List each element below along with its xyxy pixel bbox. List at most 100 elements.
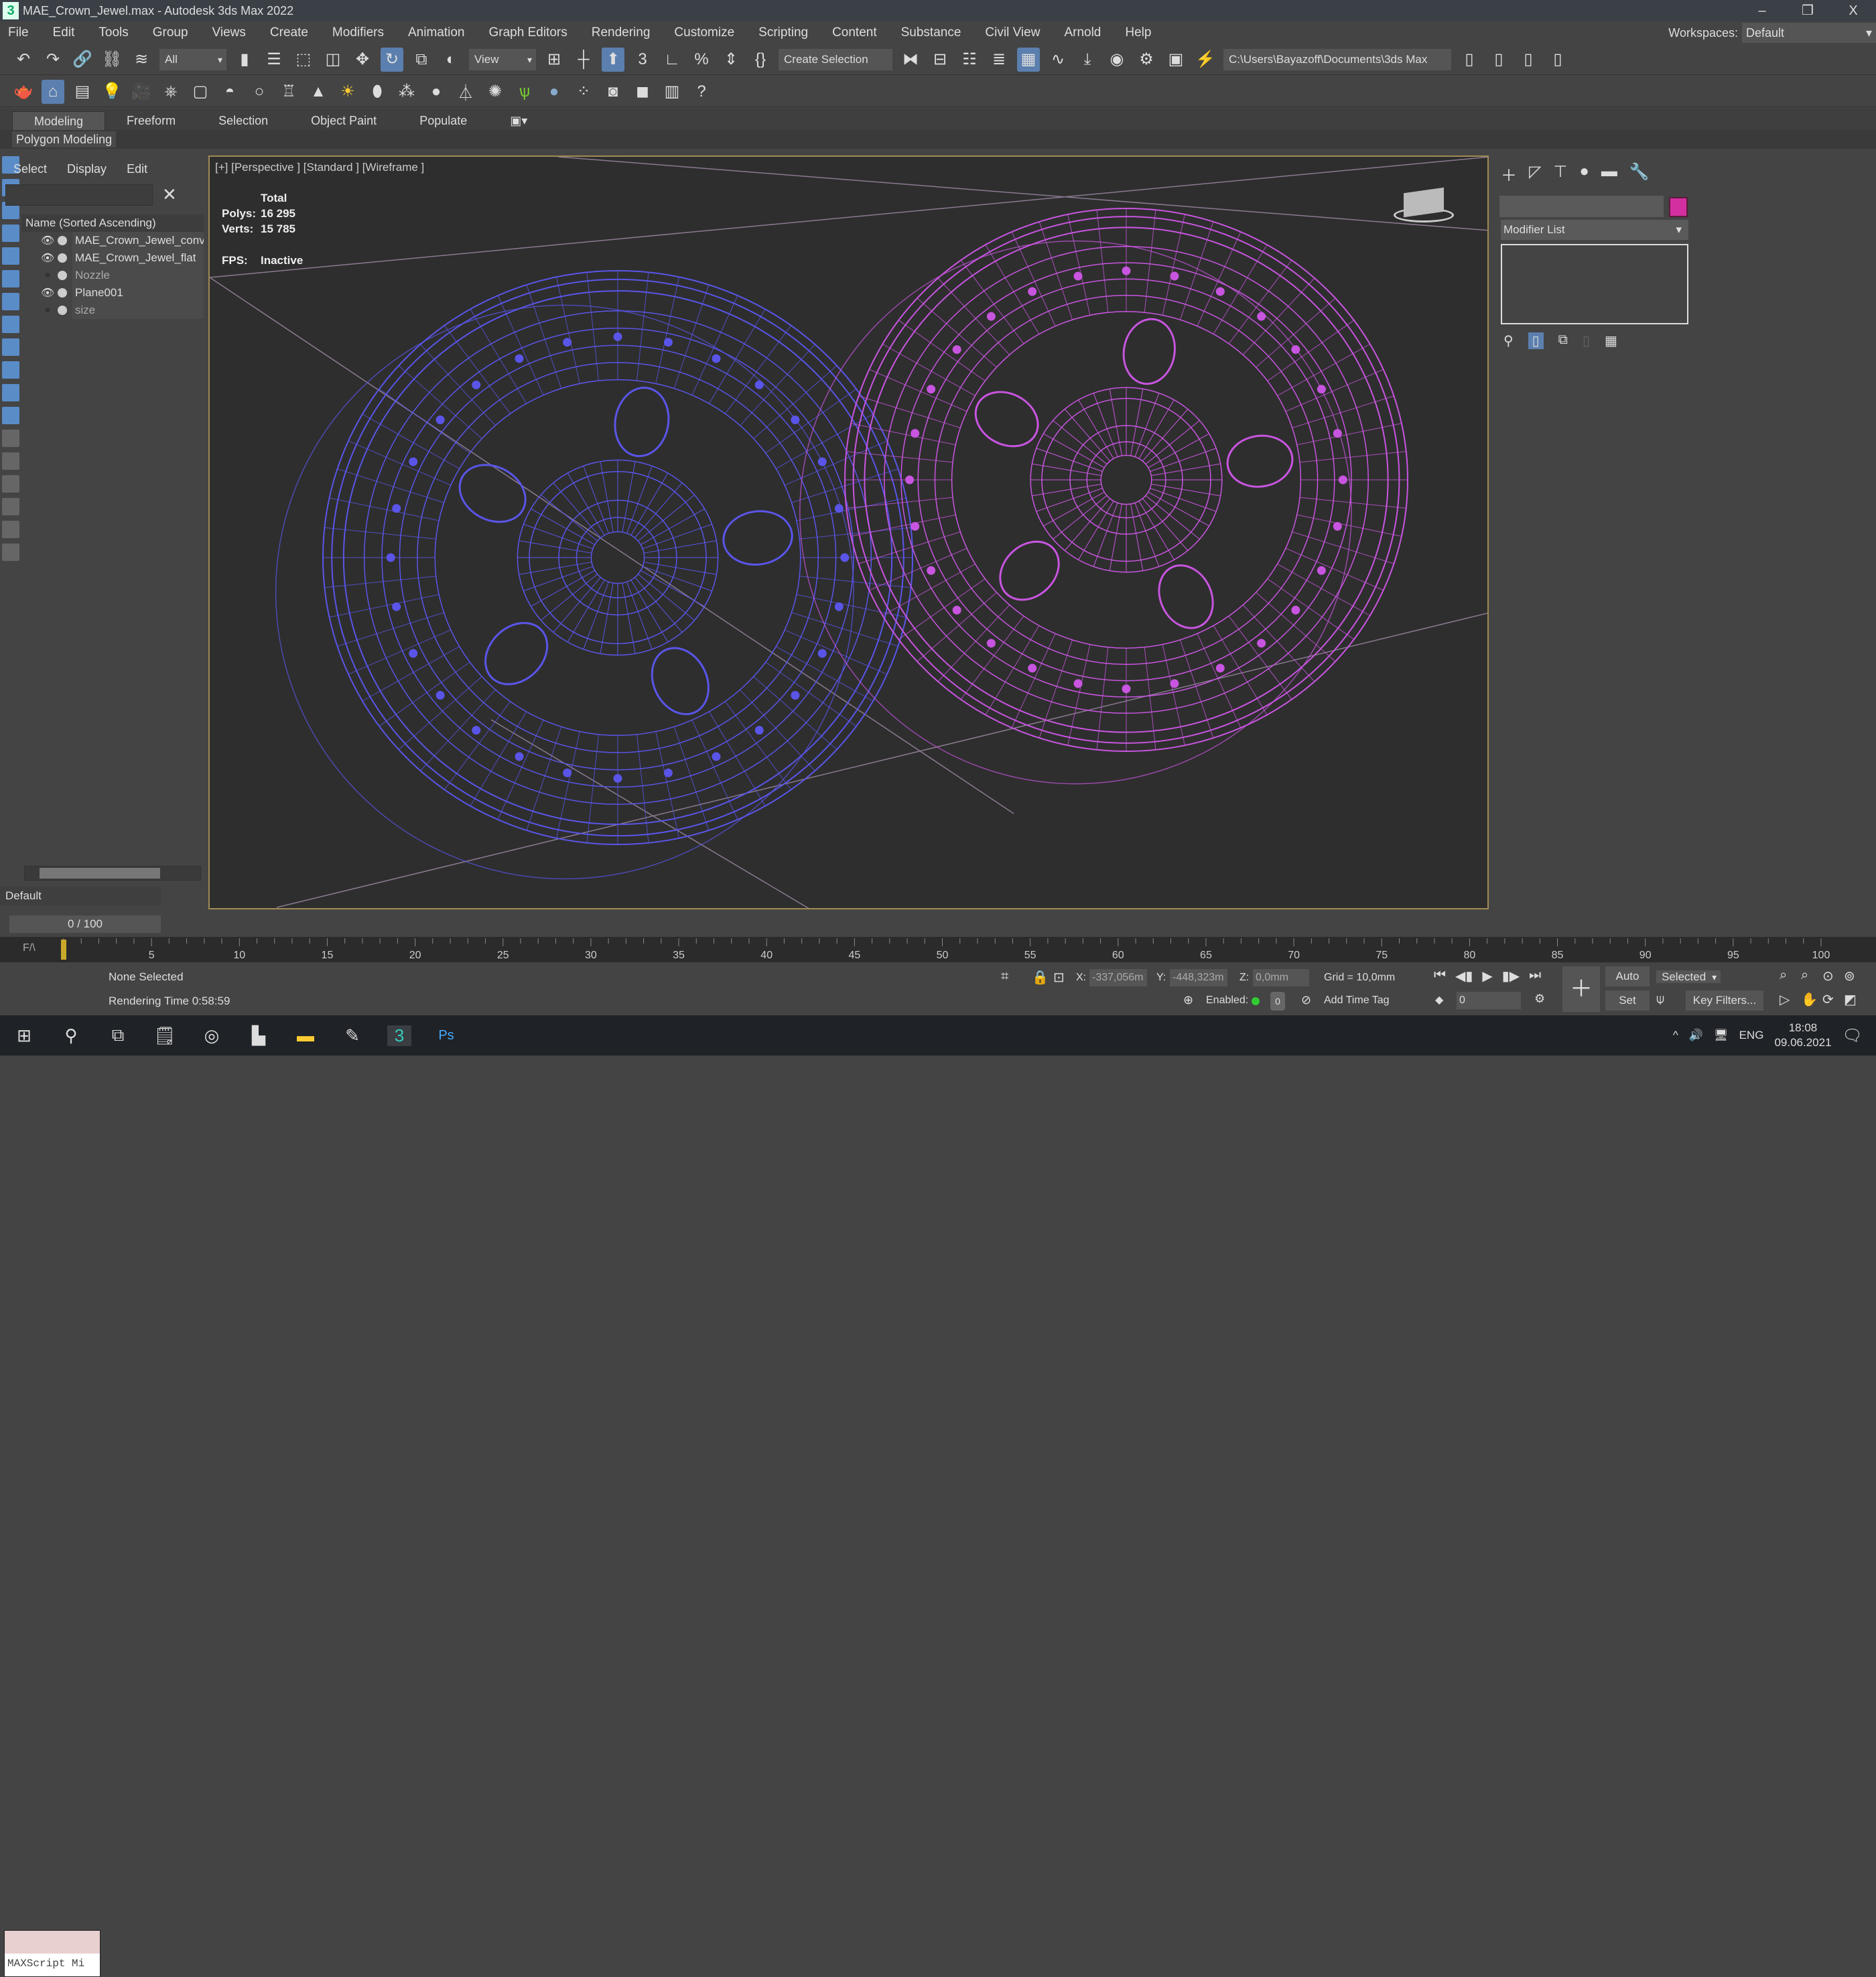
menu-customize[interactable]: Customize bbox=[674, 25, 734, 40]
ribbon-tab-freeform[interactable]: Freeform bbox=[105, 111, 197, 130]
render-setup-icon[interactable]: ⚙ bbox=[1135, 48, 1158, 72]
percent-snap-icon[interactable]: % bbox=[690, 48, 713, 72]
app-icon[interactable]: ▙ bbox=[247, 1025, 271, 1046]
log-icon[interactable]: ▥ bbox=[661, 80, 683, 104]
set-keys-button[interactable]: ＋ bbox=[1562, 966, 1600, 1012]
zoom-icon[interactable]: ⌕ bbox=[1780, 968, 1801, 984]
menu-content[interactable]: Content bbox=[832, 25, 877, 40]
volume-icon[interactable]: 🔊 bbox=[1689, 1029, 1703, 1042]
curve-editor-icon[interactable]: ∿ bbox=[1047, 48, 1069, 72]
reference-coordinate-dropdown[interactable]: View bbox=[469, 48, 536, 70]
explorer-column-header[interactable]: Name (Sorted Ascending) bbox=[21, 214, 204, 232]
explorer-search-input[interactable] bbox=[5, 184, 153, 206]
display-tab-icon[interactable]: ▬ bbox=[1601, 162, 1617, 186]
schematic-view-icon[interactable]: ⤓ bbox=[1076, 48, 1099, 72]
selection-lock-icon[interactable]: 🔒 bbox=[1032, 969, 1049, 986]
close-button[interactable]: X bbox=[1830, 0, 1876, 21]
scene-item[interactable]: ● size bbox=[21, 302, 204, 319]
explorer-filter-icon[interactable] bbox=[2, 384, 19, 401]
ribbon-tab-populate[interactable]: Populate bbox=[398, 111, 488, 130]
explorer-filter-icon[interactable] bbox=[2, 407, 19, 424]
selection-filter-dropdown[interactable]: All bbox=[159, 48, 226, 70]
material-editor-icon[interactable]: ◉ bbox=[1106, 48, 1128, 72]
image-icon[interactable]: ◙ bbox=[602, 80, 624, 104]
explorer-menu-select[interactable]: Select bbox=[13, 162, 47, 176]
go-to-start-icon[interactable]: ⏮ bbox=[1434, 968, 1446, 984]
search-icon[interactable]: ⚲ bbox=[59, 1025, 83, 1046]
explorer-filter-icon[interactable] bbox=[2, 498, 19, 515]
transform-mode-icon[interactable]: ⊡ bbox=[1053, 969, 1065, 986]
start-icon[interactable]: ⊞ bbox=[12, 1025, 36, 1046]
maximize-viewport-icon[interactable]: ◩ bbox=[1844, 991, 1865, 1008]
modifier-stack[interactable] bbox=[1501, 244, 1688, 324]
explorer-filter-icon[interactable] bbox=[2, 338, 19, 356]
menu-graph-editors[interactable]: Graph Editors bbox=[489, 25, 567, 40]
explorer-filter-icon[interactable] bbox=[2, 361, 19, 379]
explorer-menu-display[interactable]: Display bbox=[67, 162, 107, 176]
sun-icon[interactable]: ☀ bbox=[336, 80, 359, 104]
clear-search-icon[interactable]: ✕ bbox=[162, 184, 177, 205]
file-explorer-icon[interactable]: ▬ bbox=[293, 1025, 318, 1046]
enabled-indicator[interactable] bbox=[1252, 997, 1260, 1005]
redo-icon[interactable]: ↷ bbox=[42, 48, 64, 72]
time-configuration-icon[interactable]: ⚙ bbox=[1534, 992, 1545, 1006]
explorer-filter-icon[interactable] bbox=[2, 293, 19, 310]
key-filters-button[interactable]: Key Filters... bbox=[1686, 991, 1763, 1011]
explorer-filter-icon[interactable] bbox=[2, 270, 19, 288]
window-crossing-icon[interactable]: ◫ bbox=[322, 48, 344, 72]
menu-group[interactable]: Group bbox=[153, 25, 188, 40]
operator-icon[interactable]: ◼ bbox=[631, 80, 654, 104]
current-frame-field[interactable]: 0 bbox=[1457, 992, 1521, 1009]
viewport-label[interactable]: [+] [Perspective ] [Standard ] [Wirefram… bbox=[215, 161, 424, 174]
show-end-result-icon[interactable]: ▯ bbox=[1528, 332, 1544, 349]
select-by-name-icon[interactable]: ☰ bbox=[263, 48, 285, 72]
explorer-menu-edit[interactable]: Edit bbox=[127, 162, 147, 176]
key-mode-dropdown[interactable]: Selected bbox=[1656, 970, 1721, 983]
scene-explorer-icon[interactable]: ▦ bbox=[1017, 47, 1040, 72]
freeze-toggle-icon[interactable] bbox=[58, 253, 67, 263]
mix-icon[interactable]: ⁘ bbox=[572, 80, 595, 104]
menu-arnold[interactable]: Arnold bbox=[1064, 25, 1101, 40]
steam-icon[interactable]: ◎ bbox=[200, 1025, 224, 1046]
material-balls-icon[interactable]: ● bbox=[425, 80, 448, 104]
ribbon-toggle-icon[interactable]: ≣ bbox=[988, 48, 1010, 72]
modifier-list-dropdown[interactable]: Modifier List bbox=[1501, 220, 1688, 240]
restore-button[interactable]: ❐ bbox=[1785, 0, 1830, 21]
photoshop-icon[interactable]: Ps bbox=[434, 1028, 458, 1043]
time-tag-icon[interactable]: ⊕ bbox=[1183, 993, 1193, 1007]
volume-icon[interactable]: ✺ bbox=[484, 80, 507, 104]
tripod-icon[interactable]: ⎈ bbox=[159, 80, 182, 104]
freeze-toggle-icon[interactable] bbox=[58, 271, 67, 280]
rendered-frame-window-icon[interactable]: ▣ bbox=[1164, 48, 1187, 72]
open-project-icon[interactable]: ▯ bbox=[1458, 48, 1481, 72]
polygon-modeling-panel[interactable]: Polygon Modeling bbox=[12, 131, 117, 147]
explorer-filter-icon[interactable] bbox=[2, 475, 19, 493]
scene-item[interactable]: ● Nozzle bbox=[21, 267, 204, 284]
tray-chevron-icon[interactable]: ^ bbox=[1673, 1029, 1678, 1042]
zoom-extents-icon[interactable]: ⊙ bbox=[1822, 968, 1844, 984]
create-project-icon[interactable]: ▯ bbox=[1517, 48, 1540, 72]
undo-icon[interactable]: ↶ bbox=[12, 48, 35, 72]
add-time-tag[interactable]: Add Time Tag bbox=[1324, 995, 1390, 1007]
layer-dropdown[interactable]: Default bbox=[0, 887, 161, 905]
clock[interactable]: 18:08 09.06.2021 bbox=[1774, 1021, 1831, 1050]
help-icon[interactable]: ? bbox=[690, 80, 713, 104]
ribbon-tab-modeling[interactable]: Modeling bbox=[12, 111, 106, 130]
named-selection-icon[interactable]: {} bbox=[749, 48, 772, 72]
menu-modifiers[interactable]: Modifiers bbox=[332, 25, 384, 40]
arnold-icon[interactable]: ⌂ bbox=[42, 79, 64, 104]
explorer-filter-icon[interactable] bbox=[2, 452, 19, 470]
project-folder-icon[interactable]: ▯ bbox=[1487, 48, 1510, 72]
create-tab-icon[interactable]: ＋ bbox=[1501, 162, 1517, 186]
scene-item[interactable]: 👁 Plane001 bbox=[21, 284, 204, 302]
workspaces-dropdown[interactable]: Default bbox=[1742, 23, 1876, 43]
layer-explorer-icon[interactable]: ☷ bbox=[958, 48, 981, 72]
dome-icon[interactable]: ◓ bbox=[218, 80, 241, 104]
scene-item[interactable]: 👁 MAE_Crown_Jewel_conve bbox=[21, 232, 204, 249]
scatter-icon[interactable]: ⁂ bbox=[395, 80, 418, 104]
eye-icon[interactable]: 👁 bbox=[40, 251, 55, 265]
scale-icon[interactable]: ⧉ bbox=[410, 48, 433, 72]
standard-surface-icon[interactable]: ● bbox=[543, 80, 565, 104]
3dsmax-taskbar-icon[interactable]: 3 bbox=[387, 1025, 411, 1046]
eye-icon[interactable]: 👁 bbox=[40, 286, 55, 300]
